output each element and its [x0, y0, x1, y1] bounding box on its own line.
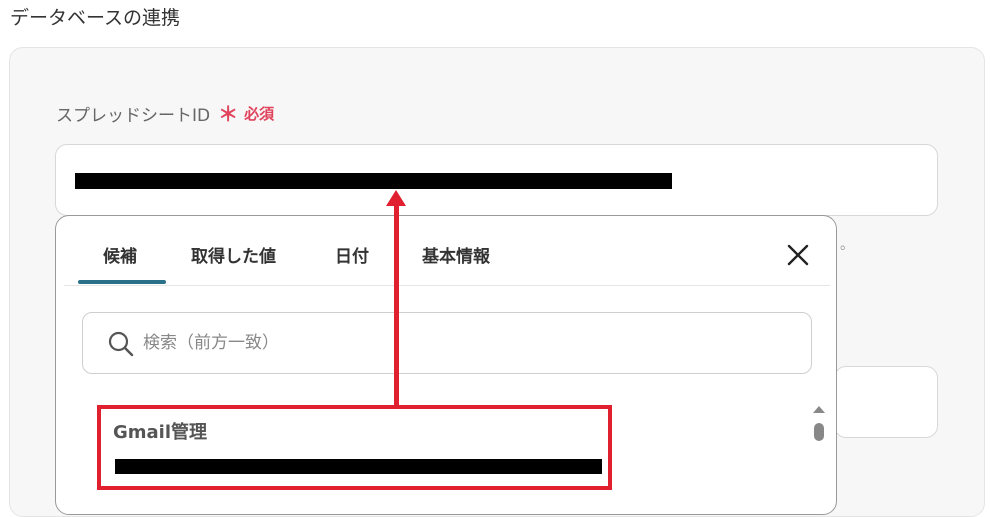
- redacted-value: [75, 173, 672, 189]
- tab-date[interactable]: 日付: [335, 242, 369, 267]
- section-title: データベースの連携: [10, 7, 181, 29]
- tab-basic-info[interactable]: 基本情報: [422, 242, 490, 267]
- tab-retrieved-values[interactable]: 取得した値: [191, 242, 276, 267]
- scrollbar-thumb[interactable]: [814, 423, 824, 441]
- required-badge: 必須: [244, 105, 275, 123]
- required-asterisk-icon: ＊: [218, 101, 239, 126]
- annotation-arrow-head-icon: [386, 190, 406, 206]
- search-icon: [107, 330, 135, 358]
- next-field-input[interactable]: [834, 366, 938, 438]
- hint-text-fragment: 。: [840, 237, 854, 253]
- field-label-text: スプレッドシートID: [56, 106, 211, 126]
- scroll-up-arrow-icon[interactable]: [813, 406, 825, 413]
- tab-candidates[interactable]: 候補: [103, 242, 137, 267]
- search-input[interactable]: [143, 333, 743, 353]
- tab-divider: [64, 285, 830, 286]
- spreadsheet-id-label: スプレッドシートID ＊ 必須: [56, 101, 275, 127]
- close-icon[interactable]: [785, 242, 811, 268]
- spreadsheet-id-input[interactable]: [55, 144, 938, 216]
- search-box[interactable]: [82, 312, 812, 374]
- annotation-arrow-shaft: [394, 203, 399, 406]
- active-tab-indicator: [78, 280, 166, 284]
- picker-tabs: 候補 取得した値 日付 基本情報: [56, 216, 836, 286]
- annotation-highlight-box: [97, 405, 612, 490]
